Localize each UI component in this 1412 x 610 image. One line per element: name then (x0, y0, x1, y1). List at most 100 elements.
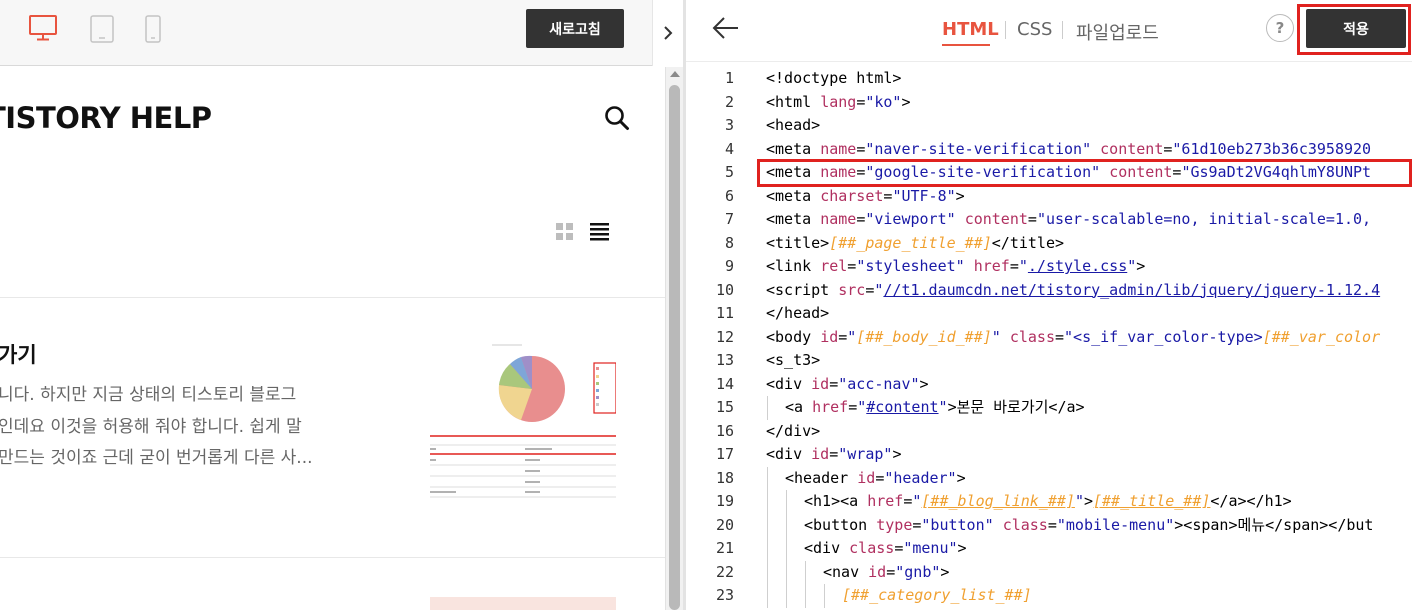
code-line[interactable]: 23 [##_category_list_##] (686, 584, 1412, 608)
indent-guide (767, 396, 768, 420)
code-token: </title> (991, 233, 1065, 252)
code-line[interactable]: 7 <meta name="viewport" content="user-sca… (686, 208, 1412, 232)
line-number: 17 (715, 445, 734, 463)
code-token: <title> (766, 233, 830, 252)
code-token: href (812, 398, 849, 416)
code-token: = (856, 92, 866, 111)
code-line[interactable]: 19 <h1><a href="[##_blog_link_##]">[##_ti… (686, 490, 1412, 514)
code-line[interactable]: 20 <button type="button" class="mobile-me… (686, 513, 1412, 537)
code-token: " (1074, 492, 1084, 510)
line-number: 20 (715, 515, 734, 534)
code-line[interactable]: 4 <meta name="naver-site-verification" co… (686, 138, 1412, 162)
code-token: > (956, 468, 966, 487)
desktop-icon[interactable] (28, 14, 58, 46)
code-token: <button (804, 515, 877, 534)
code-token: "acc-nav" (838, 374, 920, 393)
tab-file-upload[interactable]: 파일업로드 (1076, 19, 1159, 45)
tablet-icon[interactable] (89, 14, 115, 48)
code-text: <a href="#content">본문 바로가기</a> (785, 396, 1085, 420)
code-token: = (856, 139, 866, 158)
code-token: <meta (766, 210, 821, 228)
code-token: <nav (823, 562, 869, 581)
code-token: > (1083, 492, 1093, 510)
code-token: <meta (766, 139, 821, 158)
code-line[interactable]: 11 </head> (686, 302, 1412, 326)
indent-guide (767, 466, 768, 490)
code-token: href (867, 492, 904, 510)
mobile-icon[interactable] (143, 14, 163, 48)
blog-preview: TISTORY HELP 가기 니다. 하지만 지금 상태의 티스토리 블로그 … (0, 67, 665, 610)
code-line[interactable]: 15 <a href="#content">본문 바로가기</a> (686, 396, 1412, 420)
code-token: [##_blog_link_##] (921, 492, 1075, 510)
code-token: = (848, 398, 858, 416)
refresh-button[interactable]: 새로고침 (526, 9, 624, 48)
code-editor[interactable]: 1 <!doctype html> 2 <html lang="ko"> 3 <head>… (686, 66, 1412, 610)
tab-css[interactable]: CSS (1017, 19, 1052, 40)
code-token: id (820, 327, 839, 346)
code-token: = (856, 210, 866, 228)
collapse-preview-button[interactable] (652, 0, 683, 66)
code-line[interactable]: 17 <div id="wrap"> (686, 443, 1412, 467)
indent-guide (786, 537, 787, 561)
code-token: <s_t3> (766, 351, 821, 369)
code-line[interactable]: 13 <s_t3> (686, 349, 1412, 373)
code-token: " (1018, 257, 1028, 275)
code-text: <div id="wrap"> (766, 443, 901, 467)
editor-toolbar: HTML CSS 파일업로드 ? 적용 (686, 0, 1412, 62)
indent-guide (767, 513, 768, 537)
code-line[interactable]: 3 <head> (686, 114, 1412, 138)
code-text: <div class="menu"> (804, 537, 967, 561)
code-line[interactable]: 9 <link rel="stylesheet" href="./style.cs… (686, 255, 1412, 279)
editor-pane: HTML CSS 파일업로드 ? 적용 1 <!doctype html> 2 <ht… (686, 0, 1412, 610)
code-token: " (857, 398, 867, 416)
indent-guide (786, 490, 787, 514)
code-token: [##_title_##] (1093, 492, 1211, 510)
post-thumbnail[interactable] (430, 597, 616, 610)
scrollbar-thumb[interactable] (669, 85, 680, 610)
code-line[interactable]: 1 <!doctype html> (686, 67, 1412, 91)
code-line[interactable]: 10 <script src="//t1.daumcdn.net/tistory_… (686, 279, 1412, 303)
code-line[interactable]: 6 <meta charset="UTF-8"> (686, 185, 1412, 209)
code-token: type (876, 515, 913, 534)
line-number: 10 (715, 280, 734, 299)
list-view-icon[interactable] (590, 223, 610, 245)
code-line[interactable]: 16 </div> (686, 420, 1412, 444)
code-token: > (901, 92, 911, 111)
line-number: 23 (715, 586, 734, 604)
line-number: 8 (724, 233, 734, 252)
code-token: <a (785, 398, 813, 416)
scroll-up-arrow-icon[interactable] (670, 71, 680, 77)
post-title[interactable]: 가기 (0, 339, 37, 369)
code-line[interactable]: 18 <header id="header"> (686, 466, 1412, 490)
line-number: 13 (715, 351, 734, 369)
code-token: = (886, 562, 896, 581)
code-token: name (820, 139, 857, 158)
code-token: class (1009, 327, 1055, 346)
code-line[interactable]: 12 <body id="[##_body_id_##]" class="<s_i… (686, 326, 1412, 350)
code-text: <h1><a href="[##_blog_link_##]">[##_titl… (804, 490, 1292, 514)
code-token: </div> (766, 421, 821, 440)
code-token: > (892, 445, 902, 463)
preview-scrollbar[interactable] (665, 67, 683, 610)
line-number: 12 (715, 327, 734, 346)
line-number: 2 (724, 92, 734, 111)
code-line[interactable]: 21 <div class="menu"> (686, 537, 1412, 561)
search-icon[interactable] (604, 105, 630, 135)
code-token: "menu" (903, 539, 958, 557)
post-thumbnail[interactable] (430, 337, 616, 502)
code-line[interactable]: 22 <nav id="gnb"> (686, 560, 1412, 584)
tab-html[interactable]: HTML (942, 19, 999, 40)
code-line[interactable]: 2 <html lang="ko"> (686, 91, 1412, 115)
blog-title[interactable]: TISTORY HELP (0, 101, 212, 135)
code-token: " (991, 327, 1001, 346)
code-line[interactable]: 14 <div id="acc-nav"> (686, 373, 1412, 397)
grid-view-icon[interactable] (556, 223, 574, 245)
help-button[interactable]: ? (1266, 14, 1294, 42)
indent-guide (767, 560, 768, 584)
code-token: <meta (766, 186, 821, 205)
code-line[interactable]: 8 <title>[##_page_title_##]</title> (686, 232, 1412, 256)
code-token: = (1055, 327, 1065, 346)
code-token: content (1100, 139, 1164, 158)
back-arrow-icon[interactable] (712, 15, 740, 45)
code-token: content (964, 210, 1028, 228)
